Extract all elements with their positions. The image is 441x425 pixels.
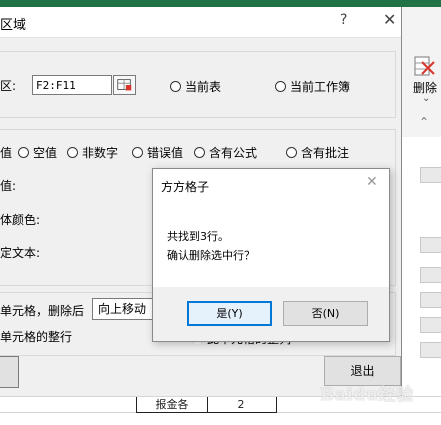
radio-label: 非数字 xyxy=(82,146,119,160)
worksheet-cell[interactable]: 2 xyxy=(206,397,277,413)
message-box-close-button[interactable]: ✕ xyxy=(366,174,378,190)
message-text-confirm: 确认删除选中行？ xyxy=(167,249,255,262)
radio-error-value[interactable]: 错误值 xyxy=(132,144,183,161)
no-button[interactable]: 否(N) xyxy=(283,301,368,326)
radio-icon[interactable] xyxy=(67,147,78,158)
radio-label: 含有批注 xyxy=(301,146,350,160)
message-box-footer: 是(Y) 否(N) xyxy=(153,287,389,341)
radio-icon[interactable] xyxy=(18,147,29,158)
entire-row-label: 单元格的整行 xyxy=(0,330,73,344)
delete-cells-icon[interactable] xyxy=(414,56,436,80)
shift-direction-select[interactable]: 向上移动 xyxy=(92,298,154,320)
delete-cells-label: 单元格，删除后 xyxy=(0,304,85,318)
ok-button[interactable] xyxy=(0,356,19,388)
close-button[interactable]: ✕ xyxy=(383,10,396,29)
specified-text-label: 定文本: xyxy=(0,246,41,260)
worksheet-cell[interactable]: 报金各 xyxy=(136,397,208,413)
collapse-ribbon-icon[interactable]: ⌃ xyxy=(419,115,429,129)
radio-has-formula[interactable]: 含有公式 xyxy=(194,144,257,161)
range-label: 区: xyxy=(0,79,17,93)
radio-label: 含有公式 xyxy=(209,146,258,160)
watermark-logo: Baidu经验 xyxy=(320,385,414,405)
radio-non-numeric[interactable]: 非数字 xyxy=(67,144,118,161)
value-label: 值: xyxy=(0,179,17,193)
radio-blank[interactable]: 空值 xyxy=(18,144,57,161)
radio-label: 当前工作簿 xyxy=(290,80,351,94)
chevron-down-icon[interactable]: ⌄ xyxy=(422,93,430,104)
font-color-label: 体颜色: xyxy=(0,213,41,227)
radio-current-sheet[interactable]: 当前表 xyxy=(170,78,221,95)
dialog-titlebar: 区域 ? ✕ xyxy=(0,7,401,38)
range-input[interactable]: F2:F11 xyxy=(32,75,112,95)
radio-label: 空值 xyxy=(33,146,58,160)
radio-label: 当前表 xyxy=(185,80,222,94)
radio-label: 错误值 xyxy=(147,146,184,160)
cell-fill xyxy=(420,267,441,283)
cell-fill xyxy=(420,292,441,308)
cell-fill xyxy=(420,167,441,183)
dialog-title: 区域 xyxy=(0,18,27,33)
radio-icon[interactable] xyxy=(286,147,297,158)
radio-icon[interactable] xyxy=(275,81,286,92)
confirm-message-box: 方方格子 ✕ 共找到3行。 确认删除选中行？ 是(Y) 否(N) xyxy=(152,168,390,342)
radio-icon[interactable] xyxy=(194,147,205,158)
message-box-title: 方方格子 xyxy=(161,180,210,194)
radio-current-workbook[interactable]: 当前工作簿 xyxy=(275,78,350,95)
yes-button[interactable]: 是(Y) xyxy=(187,301,272,326)
message-text-found: 共找到3行。 xyxy=(167,230,229,243)
condition-value-label: 值 xyxy=(0,146,13,160)
cell-fill xyxy=(420,317,441,333)
cell-fill xyxy=(420,342,441,358)
radio-icon[interactable] xyxy=(132,147,143,158)
help-button[interactable]: ? xyxy=(340,12,347,28)
cell-fill xyxy=(420,237,441,253)
range-picker-icon[interactable] xyxy=(113,75,136,95)
radio-icon[interactable] xyxy=(170,81,181,92)
radio-has-comment[interactable]: 含有批注 xyxy=(286,144,349,161)
excel-title-bar xyxy=(0,0,441,7)
